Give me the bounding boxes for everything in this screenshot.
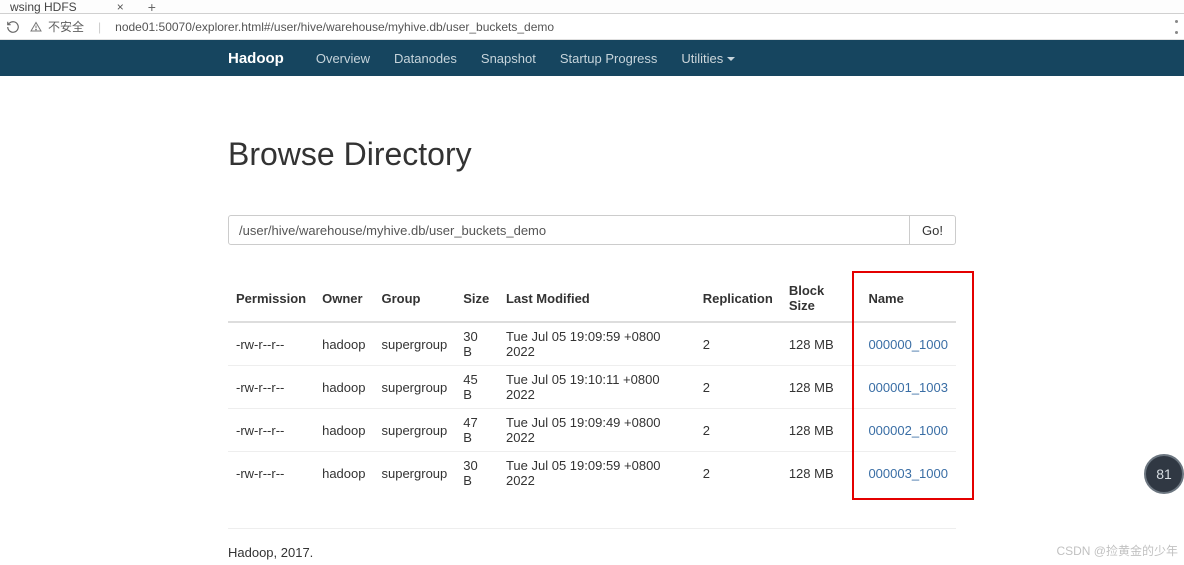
- cell-name[interactable]: 000002_1000: [860, 409, 956, 452]
- url-text[interactable]: node01:50070/explorer.html#/user/hive/wa…: [115, 20, 554, 34]
- cell-size: 47 B: [455, 409, 498, 452]
- nav-utilities-label: Utilities: [681, 51, 723, 66]
- col-block-size: Block Size: [781, 275, 861, 322]
- cell-name[interactable]: 000000_1000: [860, 322, 956, 366]
- go-button[interactable]: Go!: [910, 215, 956, 245]
- cell-mtime: Tue Jul 05 19:09:59 +0800 2022: [498, 452, 695, 495]
- browser-tab-strip: wsing HDFS × +: [0, 0, 1184, 14]
- cell-permission: -rw-r--r--: [228, 452, 314, 495]
- cell-group: supergroup: [373, 452, 455, 495]
- score-value: 81: [1156, 466, 1172, 482]
- page-title: Browse Directory: [228, 136, 956, 173]
- nav-datanodes[interactable]: Datanodes: [394, 51, 457, 66]
- path-row: Go!: [228, 215, 956, 245]
- cell-replication: 2: [695, 409, 781, 452]
- col-permission: Permission: [228, 275, 314, 322]
- cell-size: 45 B: [455, 366, 498, 409]
- score-badge[interactable]: 81: [1144, 454, 1184, 494]
- security-chip[interactable]: 不安全: [30, 18, 84, 35]
- cell-size: 30 B: [455, 322, 498, 366]
- nav-utilities[interactable]: Utilities: [681, 51, 735, 66]
- cell-mtime: Tue Jul 05 19:09:59 +0800 2022: [498, 322, 695, 366]
- file-table: Permission Owner Group Size Last Modifie…: [228, 275, 956, 494]
- cell-owner: hadoop: [314, 366, 373, 409]
- nav-overview[interactable]: Overview: [316, 51, 370, 66]
- cell-mtime: Tue Jul 05 19:09:49 +0800 2022: [498, 409, 695, 452]
- cell-block-size: 128 MB: [781, 322, 861, 366]
- new-tab-button[interactable]: +: [148, 0, 156, 15]
- watermark-text: CSDN @捡黄金的少年: [1056, 542, 1178, 559]
- cell-owner: hadoop: [314, 322, 373, 366]
- navbar: Hadoop Overview Datanodes Snapshot Start…: [0, 40, 1184, 76]
- menu-icon[interactable]: [1174, 20, 1178, 34]
- col-group: Group: [373, 275, 455, 322]
- page-content: Browse Directory Go! Permission Owner Gr…: [0, 76, 1184, 494]
- chevron-down-icon: [727, 57, 735, 61]
- cell-replication: 2: [695, 366, 781, 409]
- brand-logo[interactable]: Hadoop: [228, 50, 284, 67]
- cell-mtime: Tue Jul 05 19:10:11 +0800 2022: [498, 366, 695, 409]
- footer-text: Hadoop, 2017.: [228, 545, 1184, 560]
- divider: |: [98, 20, 101, 34]
- nav-startup-progress[interactable]: Startup Progress: [560, 51, 658, 66]
- browser-tab-title: wsing HDFS: [10, 0, 77, 14]
- table-row: -rw-r--r--hadoopsupergroup47 BTue Jul 05…: [228, 409, 956, 452]
- cell-block-size: 128 MB: [781, 409, 861, 452]
- cell-group: supergroup: [373, 366, 455, 409]
- cell-group: supergroup: [373, 322, 455, 366]
- file-link[interactable]: 000000_1000: [868, 337, 948, 352]
- cell-name[interactable]: 000003_1000: [860, 452, 956, 495]
- close-icon[interactable]: ×: [117, 0, 124, 14]
- cell-block-size: 128 MB: [781, 366, 861, 409]
- col-replication: Replication: [695, 275, 781, 322]
- reload-icon[interactable]: [6, 20, 20, 34]
- col-owner: Owner: [314, 275, 373, 322]
- cell-replication: 2: [695, 452, 781, 495]
- cell-name[interactable]: 000001_1003: [860, 366, 956, 409]
- table-row: -rw-r--r--hadoopsupergroup30 BTue Jul 05…: [228, 452, 956, 495]
- cell-owner: hadoop: [314, 409, 373, 452]
- table-row: -rw-r--r--hadoopsupergroup30 BTue Jul 05…: [228, 322, 956, 366]
- cell-permission: -rw-r--r--: [228, 366, 314, 409]
- file-link[interactable]: 000002_1000: [868, 423, 948, 438]
- cell-permission: -rw-r--r--: [228, 409, 314, 452]
- cell-replication: 2: [695, 322, 781, 366]
- cell-size: 30 B: [455, 452, 498, 495]
- footer-separator: [228, 528, 956, 529]
- col-size: Size: [455, 275, 498, 322]
- file-link[interactable]: 000001_1003: [868, 380, 948, 395]
- table-header-row: Permission Owner Group Size Last Modifie…: [228, 275, 956, 322]
- warning-icon: [30, 21, 42, 33]
- cell-block-size: 128 MB: [781, 452, 861, 495]
- address-bar: 不安全 | node01:50070/explorer.html#/user/h…: [0, 14, 1184, 40]
- path-input[interactable]: [228, 215, 910, 245]
- browser-tab[interactable]: wsing HDFS ×: [0, 0, 134, 14]
- col-last-modified: Last Modified: [498, 275, 695, 322]
- cell-owner: hadoop: [314, 452, 373, 495]
- col-name: Name: [860, 275, 956, 322]
- cell-permission: -rw-r--r--: [228, 322, 314, 366]
- table-row: -rw-r--r--hadoopsupergroup45 BTue Jul 05…: [228, 366, 956, 409]
- nav-snapshot[interactable]: Snapshot: [481, 51, 536, 66]
- security-label: 不安全: [48, 18, 84, 35]
- cell-group: supergroup: [373, 409, 455, 452]
- file-link[interactable]: 000003_1000: [868, 466, 948, 481]
